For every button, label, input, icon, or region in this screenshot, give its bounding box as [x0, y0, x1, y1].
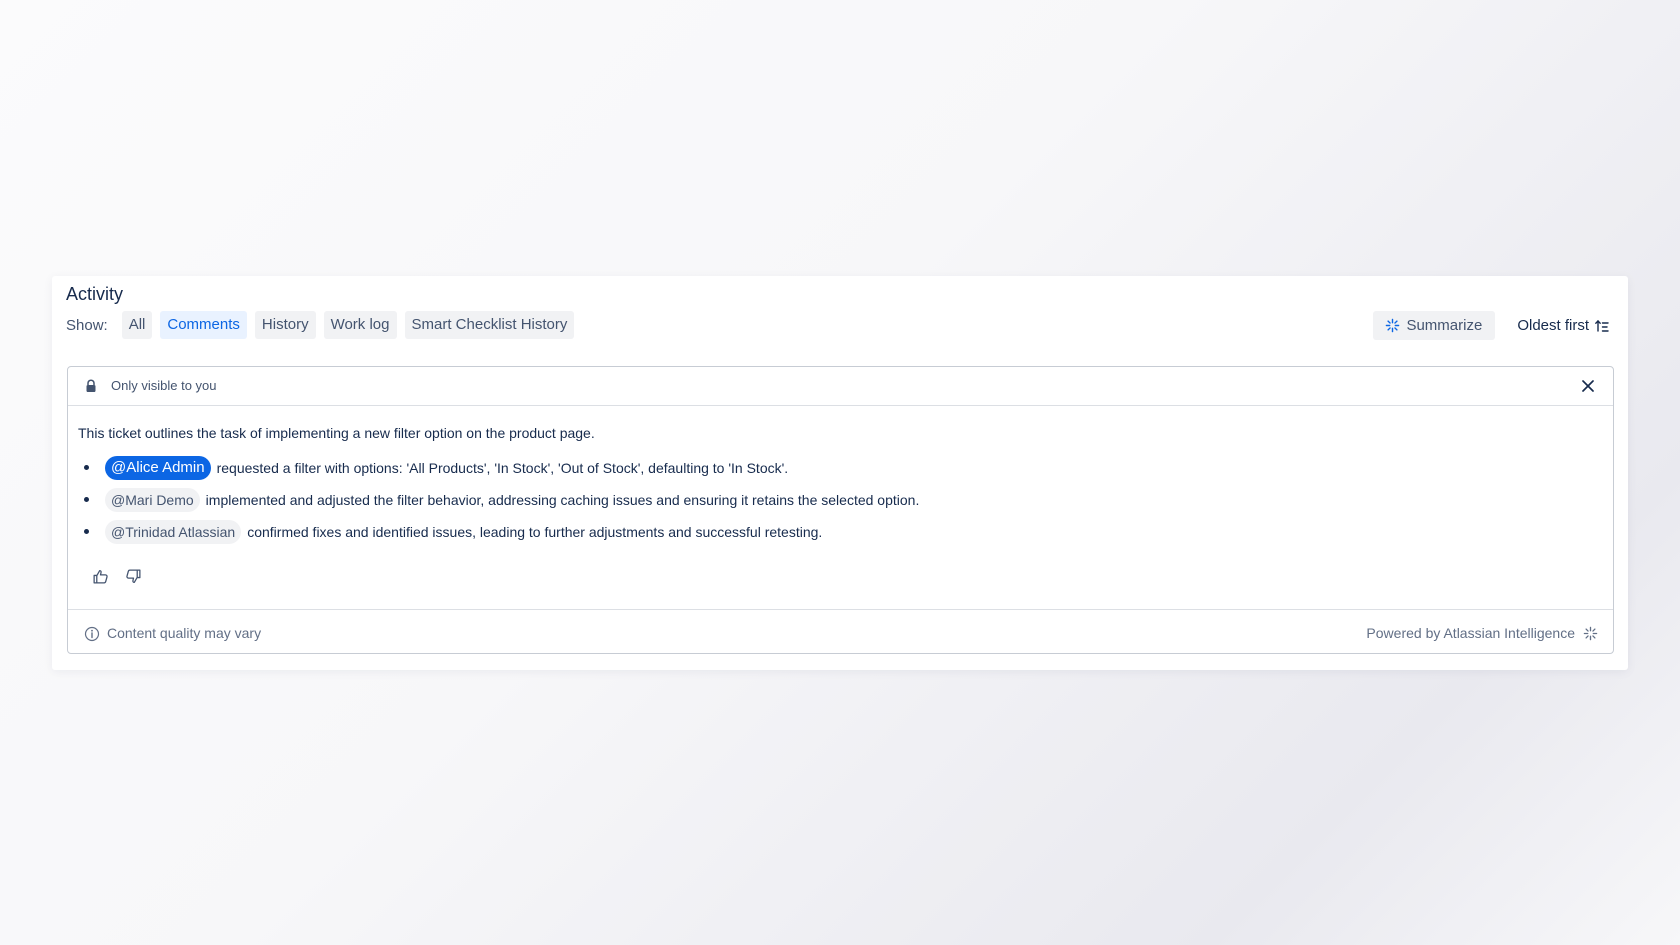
summary-card-footer: Content quality may vary Powered by Atla…: [68, 609, 1613, 654]
summarize-button[interactable]: Summarize: [1373, 311, 1496, 340]
sort-order-button[interactable]: Oldest first: [1517, 317, 1610, 334]
close-icon: [1582, 380, 1594, 392]
filter-history-button[interactable]: History: [254, 311, 316, 339]
activity-panel: Activity Show: All Comments History Work…: [52, 276, 1628, 670]
close-summary-button[interactable]: [1577, 375, 1599, 397]
visibility-notice: Only visible to you: [111, 378, 217, 393]
summary-bullet-item: @Alice Admin requested a filter with opt…: [78, 452, 919, 484]
powered-by-text: Powered by Atlassian Intelligence: [1366, 625, 1575, 641]
sort-order-label: Oldest first: [1517, 317, 1589, 334]
thumbs-up-button[interactable]: [92, 568, 109, 585]
activity-filter-bar: Show: All Comments History Work log Smar…: [66, 311, 575, 339]
summarize-label: Summarize: [1406, 317, 1483, 334]
mention-mari-demo[interactable]: @Mari Demo: [105, 488, 200, 512]
filter-work-log-button[interactable]: Work log: [323, 311, 397, 339]
summary-bullet-list: @Alice Admin requested a filter with opt…: [78, 452, 919, 548]
sort-ascending-icon: [1595, 319, 1609, 332]
mention-alice-admin[interactable]: @Alice Admin: [105, 456, 211, 480]
summary-bullet-item: @Trinidad Atlassian confirmed fixes and …: [78, 516, 919, 548]
screenshot-frame: Activity Show: All Comments History Work…: [0, 0, 1680, 945]
thumbs-up-icon: [93, 570, 108, 584]
mention-trinidad-atlassian[interactable]: @Trinidad Atlassian: [105, 520, 242, 544]
summary-body: This ticket outlines the task of impleme…: [78, 423, 1598, 584]
summary-card-header: Only visible to you: [68, 367, 1613, 406]
ai-summary-card: Only visible to you This ticket outlines…: [67, 366, 1614, 654]
filter-smart-checklist-history-button[interactable]: Smart Checklist History: [404, 311, 575, 339]
content-quality-note: Content quality may vary: [107, 625, 262, 641]
ai-sparkle-icon: [1583, 626, 1598, 641]
thumbs-down-button[interactable]: [125, 568, 142, 585]
bullet-text: implemented and adjusted the filter beha…: [205, 492, 920, 508]
lock-icon: [86, 379, 96, 392]
activity-actions: Summarize Oldest first: [1373, 311, 1610, 340]
thumbs-down-icon: [126, 569, 141, 583]
info-icon: [84, 626, 100, 642]
filter-all-button[interactable]: All: [121, 311, 153, 339]
ai-sparkle-icon: [1386, 318, 1400, 333]
activity-title: Activity: [66, 284, 124, 304]
bullet-text: requested a filter with options: 'All Pr…: [216, 460, 789, 476]
feedback-controls: [92, 568, 142, 585]
show-label: Show:: [66, 316, 108, 334]
summary-text: This ticket outlines the task of impleme…: [78, 425, 595, 441]
summary-bullet-item: @Mari Demo implemented and adjusted the …: [78, 484, 919, 516]
filter-comments-button[interactable]: Comments: [160, 311, 247, 339]
bullet-text: confirmed fixes and identified issues, l…: [247, 524, 823, 540]
